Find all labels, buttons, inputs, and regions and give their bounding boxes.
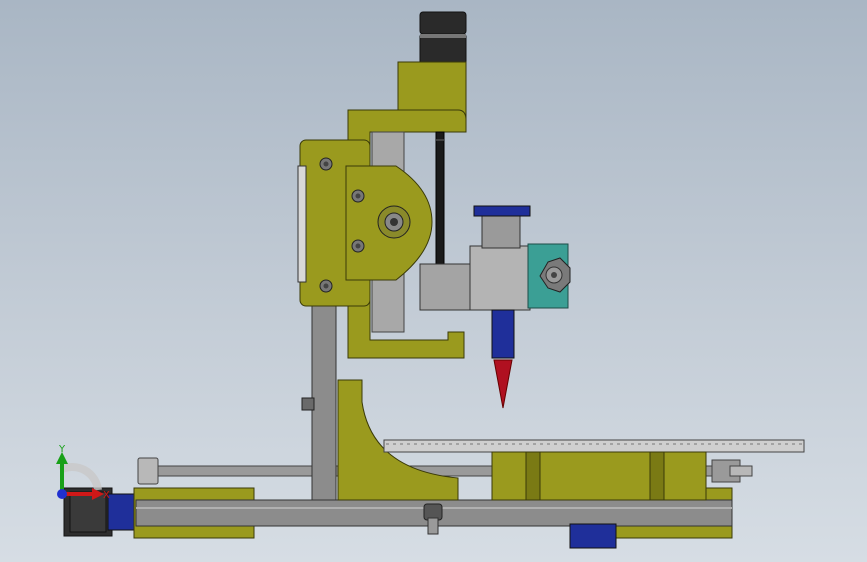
nozzle-tip (493, 359, 513, 409)
bed-carriage (491, 451, 707, 501)
bed-motor (569, 523, 617, 549)
triad-x-label: X (103, 490, 110, 501)
nozzle (491, 309, 515, 409)
extruder-cap (473, 205, 531, 217)
triad-y-label: Y (58, 444, 66, 455)
bed-plate (383, 439, 805, 453)
z-motor (419, 11, 467, 63)
cad-model-view: Y X (56, 11, 805, 549)
z-axis-dot (57, 489, 67, 499)
y-motor-coupler (107, 493, 135, 531)
cad-viewport[interactable]: Y X (0, 0, 867, 562)
nozzle-heater (491, 309, 515, 359)
